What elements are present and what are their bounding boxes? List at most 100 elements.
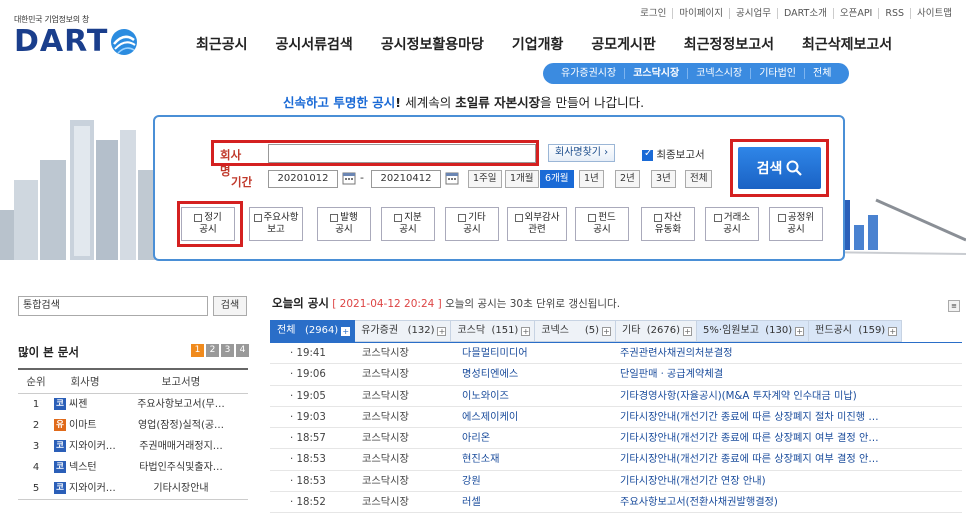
filter-fund[interactable]: 펀드 공시 — [575, 207, 629, 241]
table-row[interactable]: 1 코 씨젠 주요사항보고서(무… — [18, 394, 248, 415]
calendar-from-icon[interactable] — [342, 171, 356, 185]
nav-document-search[interactable]: 공시서류검색 — [276, 34, 353, 54]
table-row[interactable]: 4 코 넥스턴 타법인주식및출자… — [18, 457, 248, 478]
period-1year-button[interactable]: 1년 — [579, 170, 604, 188]
util-link-openapi[interactable]: 오픈API — [832, 8, 879, 19]
report-link[interactable]: 기타시장안내(개선기간 종료에 따른 상장폐지 절차 미진행 … — [620, 407, 962, 427]
report-link[interactable]: 기타시장안내(개선기간 종료에 따른 상장폐지 여부 결정 안… — [620, 428, 962, 448]
unified-search-input[interactable]: 통합검색 — [18, 296, 208, 316]
list-item: · 19:03 코스닥시장 에스제이케이 기타시장안내(개선기간 종료에 따른 … — [270, 407, 962, 429]
nav-company-overview[interactable]: 기업개황 — [512, 34, 564, 54]
slogan: 신속하고 투명한 공시! 세계속의 초일류 자본시장을 만들어 나갑니다. — [283, 95, 645, 110]
plus-icon: + — [437, 326, 447, 336]
period-all-button[interactable]: 전체 — [685, 170, 713, 188]
search-button[interactable]: 검색 — [738, 147, 821, 189]
market-badge: 코 — [54, 440, 66, 452]
search-panel: 회사명 회사명찾기 › 최종보고서 기간 20201012 - 20210412… — [153, 115, 845, 261]
list-item: · 19:06 코스닥시장 명성티엔에스 단일판매ㆍ공급계약체결 — [270, 364, 962, 386]
disclosure-tabs: 전체 (2964) + 유가증권 (132) + 코스닥 (151) + 코넥스 (5… — [270, 320, 903, 342]
company-link[interactable]: 현진소재 — [462, 449, 620, 469]
util-link-mypage[interactable]: 마이페이지 — [672, 8, 729, 19]
market-subnav: 유가증권시장 코스닥시장 코넥스시장 기타법인 전체 — [543, 63, 850, 84]
report-link[interactable]: 주요사항보고서(전환사채권발행결정) — [620, 492, 962, 512]
report-link[interactable]: 기타시장안내(개선기간 연장 안내) — [620, 471, 962, 491]
filter-major-matters[interactable]: 주요사항 보고 — [249, 207, 303, 241]
report-link[interactable]: 기타시장안내(개선기간 종료에 따른 상장폐지 여부 결정 안… — [620, 449, 962, 469]
util-link-about[interactable]: DART소개 — [777, 8, 833, 19]
util-link-login[interactable]: 로그인 — [634, 8, 672, 19]
company-link[interactable]: 다믈멀티미디어 — [462, 343, 620, 363]
company-name-input[interactable] — [268, 144, 536, 163]
market-badge: 코 — [54, 482, 66, 494]
filter-asset-backed[interactable]: 자산 유동화 — [641, 207, 695, 241]
plus-icon: + — [602, 326, 612, 336]
tab-kospi[interactable]: 유가증권 (132) + — [355, 320, 452, 342]
logo-word: DART — [14, 24, 109, 59]
company-link[interactable]: 러셀 — [462, 492, 620, 512]
calendar-to-icon[interactable] — [445, 171, 459, 185]
period-3year-button[interactable]: 3년 — [651, 170, 676, 188]
tab-all[interactable]: 전체 (2964) + — [270, 320, 356, 342]
logo-swirl-icon — [111, 29, 138, 55]
nav-recent-corrections[interactable]: 최근정정보고서 — [684, 34, 774, 54]
table-row[interactable]: 3 코 지와이커… 주권매매거래정지… — [18, 436, 248, 457]
final-report-checkbox[interactable] — [642, 148, 653, 161]
tab-5pct-executive[interactable]: 5%·임원보고 (130) + — [697, 320, 810, 342]
util-link-sitemap[interactable]: 사이트맵 — [910, 8, 958, 19]
filter-external-audit[interactable]: 외부감사 관련 — [507, 207, 567, 241]
utility-links: 로그인 마이페이지 공시업무 DART소개 오픈API RSS 사이트맵 — [634, 8, 958, 19]
util-link-disclosure-work[interactable]: 공시업무 — [729, 8, 777, 19]
util-link-rss[interactable]: RSS — [878, 8, 910, 19]
tab-fund[interactable]: 펀드공시 (159) + — [809, 320, 903, 342]
report-link[interactable]: 주권관련사채권의처분결정 — [620, 343, 962, 363]
filter-issuance[interactable]: 발행 공시 — [317, 207, 371, 241]
list-item: · 18:57 코스닥시장 아리온 기타시장안내(개선기간 종료에 따른 상장폐… — [270, 428, 962, 450]
period-6month-button[interactable]: 6개월 — [540, 170, 574, 188]
final-report-label: 최종보고서 — [656, 149, 705, 161]
company-link[interactable]: 강원 — [462, 471, 620, 491]
subnav-other-corp[interactable]: 기타법인 — [750, 68, 804, 79]
nav-recent-disclosure[interactable]: 최근공시 — [196, 34, 248, 54]
nav-data-usage[interactable]: 공시정보활용마당 — [381, 34, 484, 54]
subnav-kospi[interactable]: 유가증권시장 — [553, 68, 624, 79]
list-item: · 18:52 코스닥시장 러셀 주요사항보고서(전환사채권발행결정) — [270, 492, 962, 514]
list-item: · 18:53 코스닥시장 현진소재 기타시장안내(개선기간 종료에 따른 상장… — [270, 449, 962, 471]
list-view-icon[interactable]: ≡ — [948, 300, 960, 312]
company-link[interactable]: 이노와이즈 — [462, 386, 620, 406]
page-3-button[interactable]: 3 — [221, 344, 234, 357]
period-2year-button[interactable]: 2년 — [615, 170, 640, 188]
date-to-input[interactable]: 20210412 — [371, 170, 441, 188]
table-row[interactable]: 5 코 지와이커… 기타시장안내 — [18, 478, 248, 499]
report-link[interactable]: 단일판매ㆍ공급계약체결 — [620, 364, 962, 384]
page-1-button[interactable]: 1 — [191, 344, 204, 357]
company-link[interactable]: 아리온 — [462, 428, 620, 448]
date-from-input[interactable]: 20201012 — [268, 170, 338, 188]
tab-kosdaq[interactable]: 코스닥 (151) + — [451, 320, 536, 342]
nav-offering-board[interactable]: 공모게시판 — [591, 34, 655, 54]
filter-equity[interactable]: 지분 공시 — [381, 207, 435, 241]
page-2-button[interactable]: 2 — [206, 344, 219, 357]
unified-search-button[interactable]: 검색 — [213, 296, 247, 316]
subnav-all[interactable]: 전체 — [804, 68, 839, 79]
report-link[interactable]: 기타경영사항(자율공시)(M&A 투자계약 인수대금 미납) — [620, 386, 962, 406]
period-1week-button[interactable]: 1주일 — [468, 170, 502, 188]
tab-konex[interactable]: 코넥스 (5) + — [535, 320, 617, 342]
find-company-button[interactable]: 회사명찾기 › — [548, 144, 616, 162]
company-link[interactable]: 에스제이케이 — [462, 407, 620, 427]
filter-other[interactable]: 기타 공시 — [445, 207, 499, 241]
tab-other[interactable]: 기타 (2676) + — [616, 320, 698, 342]
subnav-konex[interactable]: 코넥스시장 — [687, 68, 750, 79]
company-link[interactable]: 명성티엔에스 — [462, 364, 620, 384]
filter-exchange[interactable]: 거래소 공시 — [705, 207, 759, 241]
nav-recent-deletions[interactable]: 최근삭제보고서 — [802, 34, 892, 54]
filter-ftc[interactable]: 공정위 공시 — [769, 207, 823, 241]
subnav-kosdaq[interactable]: 코스닥시장 — [624, 68, 687, 79]
search-button-highlight: 검색 — [730, 139, 829, 197]
today-refresh-note: 오늘의 공시는 30초 단위로 갱신됩니다. — [445, 298, 621, 310]
filter-regular[interactable]: 정기 공시 — [181, 207, 235, 241]
table-row[interactable]: 2 유 이마트 영업(잠정)실적(공… — [18, 415, 248, 436]
period-1month-button[interactable]: 1개월 — [505, 170, 539, 188]
page-4-button[interactable]: 4 — [236, 344, 249, 357]
dart-logo[interactable]: 대한민국 기업정보의 창 DART — [14, 14, 164, 64]
period-label: 기간 — [231, 175, 253, 189]
